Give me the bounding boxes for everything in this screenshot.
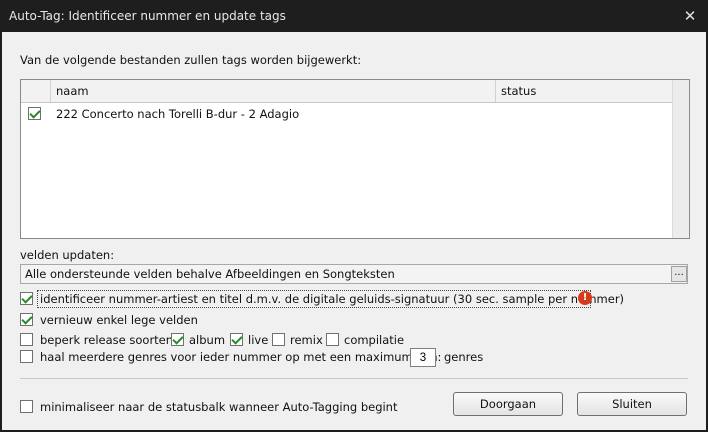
row-checkbox[interactable] [28, 107, 41, 120]
live-label: live [248, 333, 269, 347]
genres-suffix: genres [444, 350, 484, 364]
separator [20, 378, 688, 379]
fields-browse-button[interactable]: ... [671, 266, 687, 282]
only-empty-checkbox[interactable] [20, 313, 33, 326]
genres-label: haal meerdere genres voor ieder nummer o… [40, 350, 442, 364]
minimize-label: minimaliseer naar de statusbalk wanneer … [40, 400, 398, 414]
compilatie-label: compilatie [344, 333, 405, 347]
album-checkbox[interactable] [171, 333, 184, 346]
identify-checkbox[interactable] [20, 292, 33, 305]
intro-text: Van de volgende bestanden zullen tags wo… [20, 53, 362, 67]
list-header: naam status [21, 80, 672, 103]
option-only-empty[interactable]: vernieuw enkel lege velden [20, 311, 320, 329]
file-list[interactable]: naam status 222 Concerto nach Torelli B-… [20, 79, 690, 239]
list-scrollbar[interactable] [672, 80, 689, 238]
limit-release-checkbox[interactable] [20, 333, 33, 346]
option-genres: haal meerdere genres voor ieder nummer o… [20, 348, 500, 368]
minimize-checkbox[interactable] [20, 400, 33, 413]
column-header-status[interactable]: status [495, 80, 672, 102]
title-bar: Auto-Tag: Identificeer nummer en update … [0, 0, 708, 32]
fields-value: Alle ondersteunde velden behalve Afbeeld… [25, 267, 395, 281]
fields-selector[interactable]: Alle ondersteunde velden behalve Afbeeld… [20, 264, 688, 284]
genres-max-input[interactable] [410, 348, 436, 367]
only-empty-label: vernieuw enkel lege velden [40, 313, 198, 327]
genres-checkbox[interactable] [20, 350, 33, 363]
close-icon[interactable]: ✕ [680, 6, 700, 26]
column-header-check[interactable] [21, 80, 50, 102]
album-label: album [189, 333, 226, 347]
proceed-button[interactable]: Doorgaan [453, 392, 563, 416]
remix-label: remix [290, 333, 323, 347]
option-minimize[interactable]: minimaliseer naar de statusbalk wanneer … [20, 398, 420, 416]
fields-label: velden updaten: [20, 248, 115, 262]
warning-icon[interactable]: ! [578, 291, 592, 305]
live-checkbox[interactable] [230, 333, 243, 346]
row-name: 222 Concerto nach Torelli B-dur - 2 Adag… [56, 107, 300, 121]
remix-checkbox[interactable] [272, 333, 285, 346]
option-limit-release: beperk release soorten: album live remix… [20, 331, 440, 349]
option-identify[interactable]: identificeer nummer-artiest en titel d.m… [20, 290, 624, 308]
close-button[interactable]: Sluiten [577, 392, 687, 416]
table-row[interactable]: 222 Concerto nach Torelli B-dur - 2 Adag… [21, 104, 672, 124]
limit-release-label: beperk release soorten: [40, 333, 177, 347]
identify-label: identificeer nummer-artiest en titel d.m… [40, 292, 625, 306]
column-header-name[interactable]: naam [50, 80, 495, 102]
auto-tag-dialog: Auto-Tag: Identificeer nummer en update … [0, 0, 708, 432]
window-title: Auto-Tag: Identificeer nummer en update … [9, 9, 286, 23]
compilatie-checkbox[interactable] [326, 333, 339, 346]
dialog-body: Van de volgende bestanden zullen tags wo… [2, 32, 706, 430]
